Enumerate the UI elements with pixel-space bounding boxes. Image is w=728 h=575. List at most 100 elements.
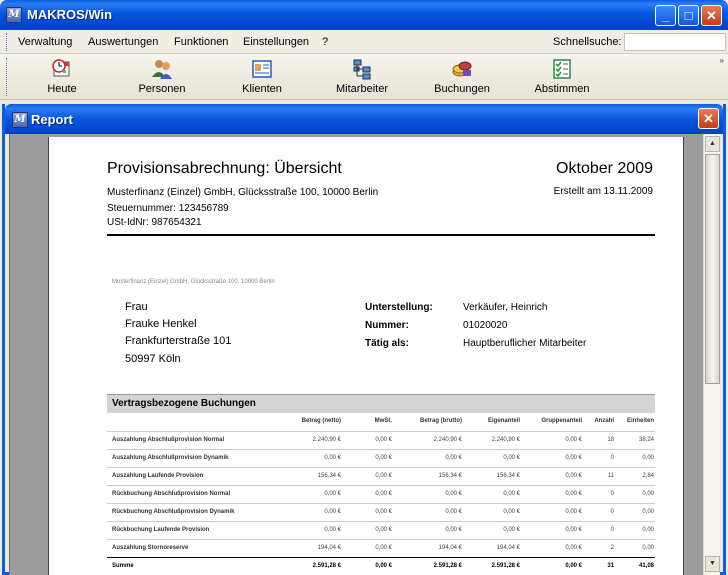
- table-cell: 0,00 €: [375, 527, 392, 533]
- report-title: Provisionsabrechnung: Übersicht: [107, 160, 342, 177]
- toolbar-heute-button[interactable]: Heute: [17, 58, 107, 95]
- app-logo-icon: M: [6, 7, 22, 23]
- column-header: Anzahl: [594, 418, 614, 424]
- row-label: Auszahlung Abschlußprovision Dynamik: [112, 455, 229, 461]
- row-label: Summe: [112, 563, 134, 569]
- toolbar-heute-label: Heute: [47, 83, 77, 95]
- table-cell: 0,00 €: [565, 491, 582, 497]
- report-window-title: Report: [31, 112, 73, 127]
- menu-auswertungen[interactable]: Auswertungen: [88, 36, 158, 48]
- table-cell: 0,00 €: [375, 509, 392, 515]
- main-toolbar: Heute Personen Klienten Mitarbeiter Buch…: [0, 54, 728, 100]
- detail-value: Verkäufer, Heinrich: [463, 302, 548, 313]
- scroll-thumb[interactable]: [705, 154, 720, 384]
- table-cell: 156,34 €: [317, 473, 341, 479]
- table-cell: 2.240,90 €: [312, 437, 341, 443]
- toolbar-overflow-icon[interactable]: »: [720, 56, 724, 65]
- menu-verwaltung[interactable]: Verwaltung: [18, 36, 72, 48]
- menu-help[interactable]: ?: [322, 36, 328, 48]
- report-title-bar: M Report ✕: [5, 104, 723, 134]
- column-header: Betrag (netto): [301, 418, 341, 424]
- report-window: M Report ✕ Provisionsabrechnung: Übersic…: [2, 104, 726, 575]
- detail-value: 01020020: [463, 320, 508, 331]
- table-cell: 2.240,90 €: [433, 437, 462, 443]
- table-cell: 0,00 €: [503, 527, 520, 533]
- table-cell: 0,00 €: [565, 455, 582, 461]
- toolbar-buchungen-button[interactable]: Buchungen: [417, 58, 507, 95]
- table-cell: 0,00 €: [565, 509, 582, 515]
- table-cell: 0,00 €: [503, 491, 520, 497]
- table-row: Rückbuchung Abschlußprovision Normal 0,00…: [107, 485, 655, 503]
- org-tree-icon: [351, 58, 373, 80]
- vertical-scrollbar[interactable]: ▲ ▼: [703, 134, 720, 575]
- menu-funktionen[interactable]: Funktionen: [174, 36, 228, 48]
- recipient-city: 50997 Köln: [125, 353, 181, 365]
- toolbar-abstimmen-button[interactable]: Abstimmen: [517, 58, 607, 95]
- table-cell: 11: [607, 473, 614, 479]
- toolbar-grip-icon[interactable]: [6, 58, 9, 96]
- recipient-street: Frankfurterstraße 101: [125, 335, 232, 347]
- table-cell: 0,00 €: [445, 509, 462, 515]
- row-label: Rückbuchung Abschlußprovision Normal: [112, 491, 231, 497]
- table-cell: 18: [607, 437, 614, 443]
- row-label: Auszahlung Stornoreserve: [112, 545, 189, 551]
- toolbar-klienten-button[interactable]: Klienten: [217, 58, 307, 95]
- table-cell: 194,04 €: [438, 545, 462, 551]
- created-date: Erstellt am 13.11.2009: [553, 186, 653, 197]
- table-cell: 0,00: [642, 509, 654, 515]
- menu-grip-icon[interactable]: [6, 33, 9, 51]
- table-cell: 2,84: [642, 473, 654, 479]
- table-cell: 2.591,28 €: [312, 563, 341, 569]
- calendar-clock-icon: [51, 58, 73, 80]
- sender-line: Musterfinanz (Einzel) GmbH, Glücksstraße…: [112, 279, 275, 285]
- toolbar-buchungen-label: Buchungen: [434, 83, 490, 95]
- table-cell: 0,00 €: [445, 527, 462, 533]
- id-card-icon: [251, 58, 273, 80]
- close-button[interactable]: ✕: [701, 5, 722, 26]
- maximize-button[interactable]: □: [678, 5, 699, 26]
- table-row: Auszahlung Abschlußprovision Normal 2.240…: [107, 431, 655, 449]
- report-window-icon: M: [12, 112, 28, 128]
- table-cell: 0,00 €: [375, 473, 392, 479]
- report-period: Oktober 2009: [556, 160, 653, 177]
- table-cell: 0,00 €: [324, 527, 341, 533]
- table-row: Auszahlung Stornoreserve 194,04 € 0,00 € 19…: [107, 539, 655, 557]
- vat-id: USt-IdNr: 987654321: [107, 217, 202, 228]
- recipient-salutation: Frau: [125, 301, 148, 313]
- row-label: Rückbuchung Abschlußprovision Dynamik: [112, 509, 235, 515]
- report-close-button[interactable]: ✕: [698, 108, 719, 129]
- scroll-down-icon[interactable]: ▼: [705, 556, 720, 572]
- toolbar-personen-button[interactable]: Personen: [117, 58, 207, 95]
- minimize-button[interactable]: _: [655, 5, 676, 26]
- scroll-up-icon[interactable]: ▲: [705, 136, 720, 152]
- table-cell: 156,34 €: [496, 473, 520, 479]
- table-cell: 0,00 €: [565, 563, 582, 569]
- table-cell: 38,24: [638, 437, 654, 443]
- table-cell: 2.591,28 €: [491, 563, 520, 569]
- app-title-bar: M MAKROS/Win _ □ ✕: [0, 0, 728, 30]
- table-cell: 0: [610, 527, 614, 533]
- quick-search-input[interactable]: [624, 33, 726, 51]
- table-cell: 156,34 €: [438, 473, 462, 479]
- toolbar-abstimmen-label: Abstimmen: [534, 83, 590, 95]
- sum-row: Summe 2.591,28 € 0,00 € 2.591,28 € 2.591,28 …: [107, 557, 655, 575]
- toolbar-mitarbeiter-button[interactable]: Mitarbeiter: [317, 58, 407, 95]
- menu-einstellungen[interactable]: Einstellungen: [243, 36, 309, 48]
- table-cell: 0: [610, 455, 614, 461]
- report-viewer[interactable]: Provisionsabrechnung: Übersicht Oktober …: [9, 134, 703, 575]
- table-cell: 194,04 €: [317, 545, 341, 551]
- table-cell: 0: [610, 491, 614, 497]
- table-cell: 0,00: [642, 491, 654, 497]
- table-cell: 0,00 €: [445, 455, 462, 461]
- table-cell: 0,00 €: [565, 545, 582, 551]
- table-cell: 0,00 €: [324, 491, 341, 497]
- detail-value: Hauptberuflicher Mitarbeiter: [463, 338, 587, 349]
- table-cell: 0,00: [642, 545, 654, 551]
- table-row: Rückbuchung Abschlußprovision Dynamik 0,0…: [107, 503, 655, 521]
- app-title: MAKROS/Win: [27, 7, 113, 22]
- table-cell: 2: [610, 545, 614, 551]
- table-cell: 0,00: [642, 455, 654, 461]
- table-cell: 2.591,28 €: [433, 563, 462, 569]
- column-header: MwSt.: [374, 418, 392, 424]
- toolbar-klienten-label: Klienten: [242, 83, 282, 95]
